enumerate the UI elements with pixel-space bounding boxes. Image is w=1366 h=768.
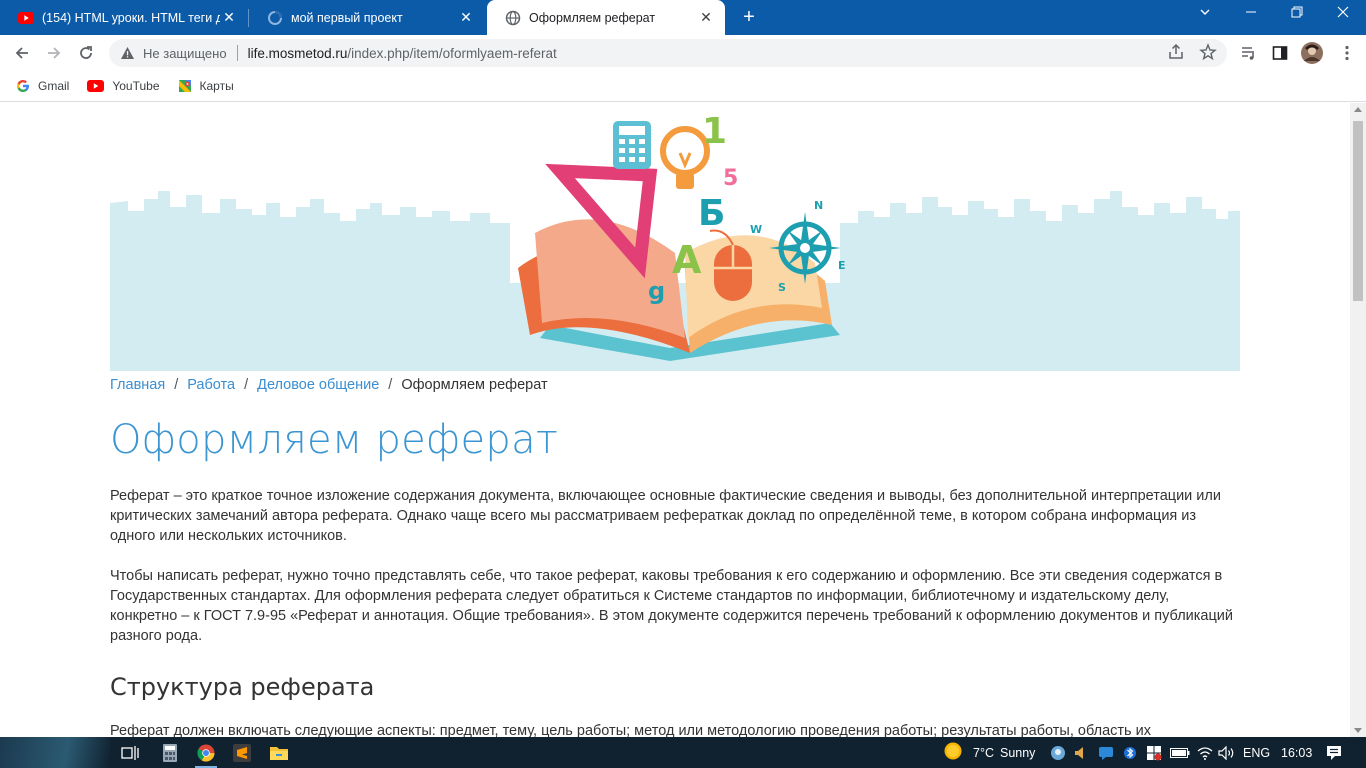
bookmark-gmail[interactable]: Gmail [16, 79, 69, 93]
tab-referat[interactable]: Оформляем реферат ✕ [487, 0, 725, 35]
url-host: life.mosmetod.ru [247, 45, 348, 61]
google-icon [16, 79, 30, 93]
forward-arrow-icon[interactable] [41, 40, 67, 66]
battery-icon[interactable] [1170, 737, 1190, 768]
maps-icon [178, 79, 192, 93]
globe-loading-icon [267, 10, 283, 26]
page-title: Оформляем реферат [110, 417, 559, 463]
windows-taskbar: 7°C Sunny ENG 16:03 [0, 737, 1366, 768]
breadcrumb-home[interactable]: Главная [110, 377, 165, 393]
tab-title: мой первый проект [291, 10, 403, 25]
bookmark-star-icon[interactable] [1199, 43, 1217, 66]
volume-icon[interactable] [1218, 737, 1236, 768]
compass-w: W [750, 223, 762, 236]
sublime-text-app-icon[interactable] [229, 740, 255, 766]
tab-close-icon[interactable]: ✕ [457, 9, 475, 26]
menu-kebab-icon[interactable] [1335, 41, 1359, 65]
breadcrumb-separator: / [174, 377, 179, 393]
share-icon[interactable] [1167, 43, 1185, 66]
breadcrumb-current: Оформляем реферат [401, 377, 548, 393]
notifications-icon[interactable] [1326, 737, 1342, 768]
scroll-thumb[interactable] [1353, 121, 1363, 301]
breadcrumb: Главная / Работа / Деловое общение / Офо… [110, 377, 548, 393]
section-heading-structure: Структура реферата [110, 673, 375, 701]
breadcrumb-separator: / [388, 377, 393, 393]
address-divider [236, 45, 238, 61]
bluetooth-icon[interactable] [1124, 737, 1136, 768]
page-viewport: 1 5 Б A g N W E S Главная / Работа / Дел… [0, 103, 1350, 737]
file-explorer-app-icon[interactable] [266, 740, 292, 766]
taskbar-start-area[interactable] [0, 737, 110, 768]
chrome-app-icon[interactable] [193, 740, 219, 768]
compass-e: E [838, 259, 846, 272]
hero-illustration: 1 5 Б A g N W E S [110, 111, 1240, 371]
bookmark-label: YouTube [112, 78, 160, 93]
tray-volume-mixer-icon[interactable] [1074, 737, 1086, 768]
back-arrow-icon[interactable] [9, 40, 35, 66]
paragraph-definition: Реферат – это краткое точное изложение с… [110, 488, 1221, 544]
profile-avatar[interactable] [1300, 41, 1324, 65]
input-language[interactable]: ENG [1243, 737, 1270, 768]
youtube-icon [18, 10, 34, 26]
breadcrumb-business-communication[interactable]: Деловое общение [257, 377, 379, 393]
security-shield-icon[interactable] [1146, 737, 1162, 768]
minimize-icon[interactable] [1228, 0, 1274, 30]
globe-icon [505, 10, 521, 26]
page-scrollbar[interactable] [1350, 103, 1366, 737]
weather-condition: Sunny [999, 745, 1036, 760]
bookmark-youtube[interactable]: YouTube [87, 78, 160, 93]
breadcrumb-separator: / [244, 377, 249, 393]
task-view-icon[interactable] [117, 740, 143, 766]
system-clock[interactable]: 16:03 [1281, 737, 1312, 768]
paragraph-aspects: Реферат должен включать следующие аспект… [110, 723, 1151, 737]
media-control-icon[interactable] [1237, 41, 1261, 65]
tab-youtube[interactable]: (154) HTML уроки. HTML теги для ✕ [0, 0, 248, 35]
compass-n: N [814, 199, 823, 212]
tab-close-icon[interactable]: ✕ [697, 9, 715, 26]
scroll-up-arrow-icon[interactable] [1354, 107, 1362, 112]
hero-digit-one: 1 [702, 111, 727, 152]
url-path: /index.php/item/oformlyaem-referat [347, 45, 557, 61]
language-label: ENG [1243, 745, 1271, 760]
address-actions [1167, 43, 1217, 66]
bookmarks-bar: Gmail YouTube Карты [0, 70, 1366, 102]
tray-chat-icon[interactable] [1098, 737, 1114, 768]
warning-icon[interactable] [119, 45, 135, 61]
url-text[interactable]: life.mosmetod.ru/index.php/item/oformlya… [248, 46, 557, 61]
bookmark-label: Gmail [38, 78, 70, 93]
weather-temperature: 7°C [973, 745, 994, 760]
bookmark-label: Карты [199, 78, 234, 93]
breadcrumb-work[interactable]: Работа [187, 377, 235, 393]
youtube-icon [87, 79, 105, 93]
side-panel-icon[interactable] [1268, 41, 1292, 65]
weather-widget[interactable]: 7°C Sunny [943, 737, 1035, 768]
clock-time: 16:03 [1281, 745, 1313, 760]
tab-strip: (154) HTML уроки. HTML теги для ✕ мой пе… [0, 0, 1366, 35]
calculator-app-icon[interactable] [157, 740, 183, 766]
close-window-icon[interactable] [1320, 0, 1366, 30]
tab-title: (154) HTML уроки. HTML теги для [42, 10, 220, 25]
tab-close-icon[interactable]: ✕ [220, 9, 238, 26]
hero-letter-g: g [648, 277, 665, 305]
hero-banner: 1 5 Б A g N W E S [110, 103, 1240, 371]
compass-s: S [778, 281, 786, 294]
hero-letter-a: A [672, 238, 702, 282]
scroll-down-arrow-icon[interactable] [1354, 728, 1362, 733]
hero-letter-b: Б [698, 193, 725, 234]
restore-icon[interactable] [1274, 0, 1320, 30]
new-tab-button[interactable]: + [736, 4, 762, 30]
tab-project[interactable]: мой первый проект ✕ [249, 0, 485, 35]
address-bar[interactable]: Не защищено life.mosmetod.ru/index.php/i… [109, 39, 1227, 67]
bookmark-maps[interactable]: Карты [178, 79, 234, 93]
reload-icon[interactable] [73, 40, 99, 66]
tab-title: Оформляем реферат [529, 10, 656, 25]
tray-meet-icon[interactable] [1050, 737, 1066, 768]
sun-icon [943, 741, 963, 764]
browser-toolbar: Не защищено life.mosmetod.ru/index.php/i… [0, 35, 1366, 70]
hero-digit-five: 5 [723, 166, 738, 191]
tab-search-icon[interactable] [1182, 0, 1228, 30]
wifi-icon[interactable] [1197, 737, 1213, 768]
paragraph-standards: Чтобы написать реферат, нужно точно пред… [110, 568, 1233, 644]
security-label[interactable]: Не защищено [143, 46, 227, 61]
